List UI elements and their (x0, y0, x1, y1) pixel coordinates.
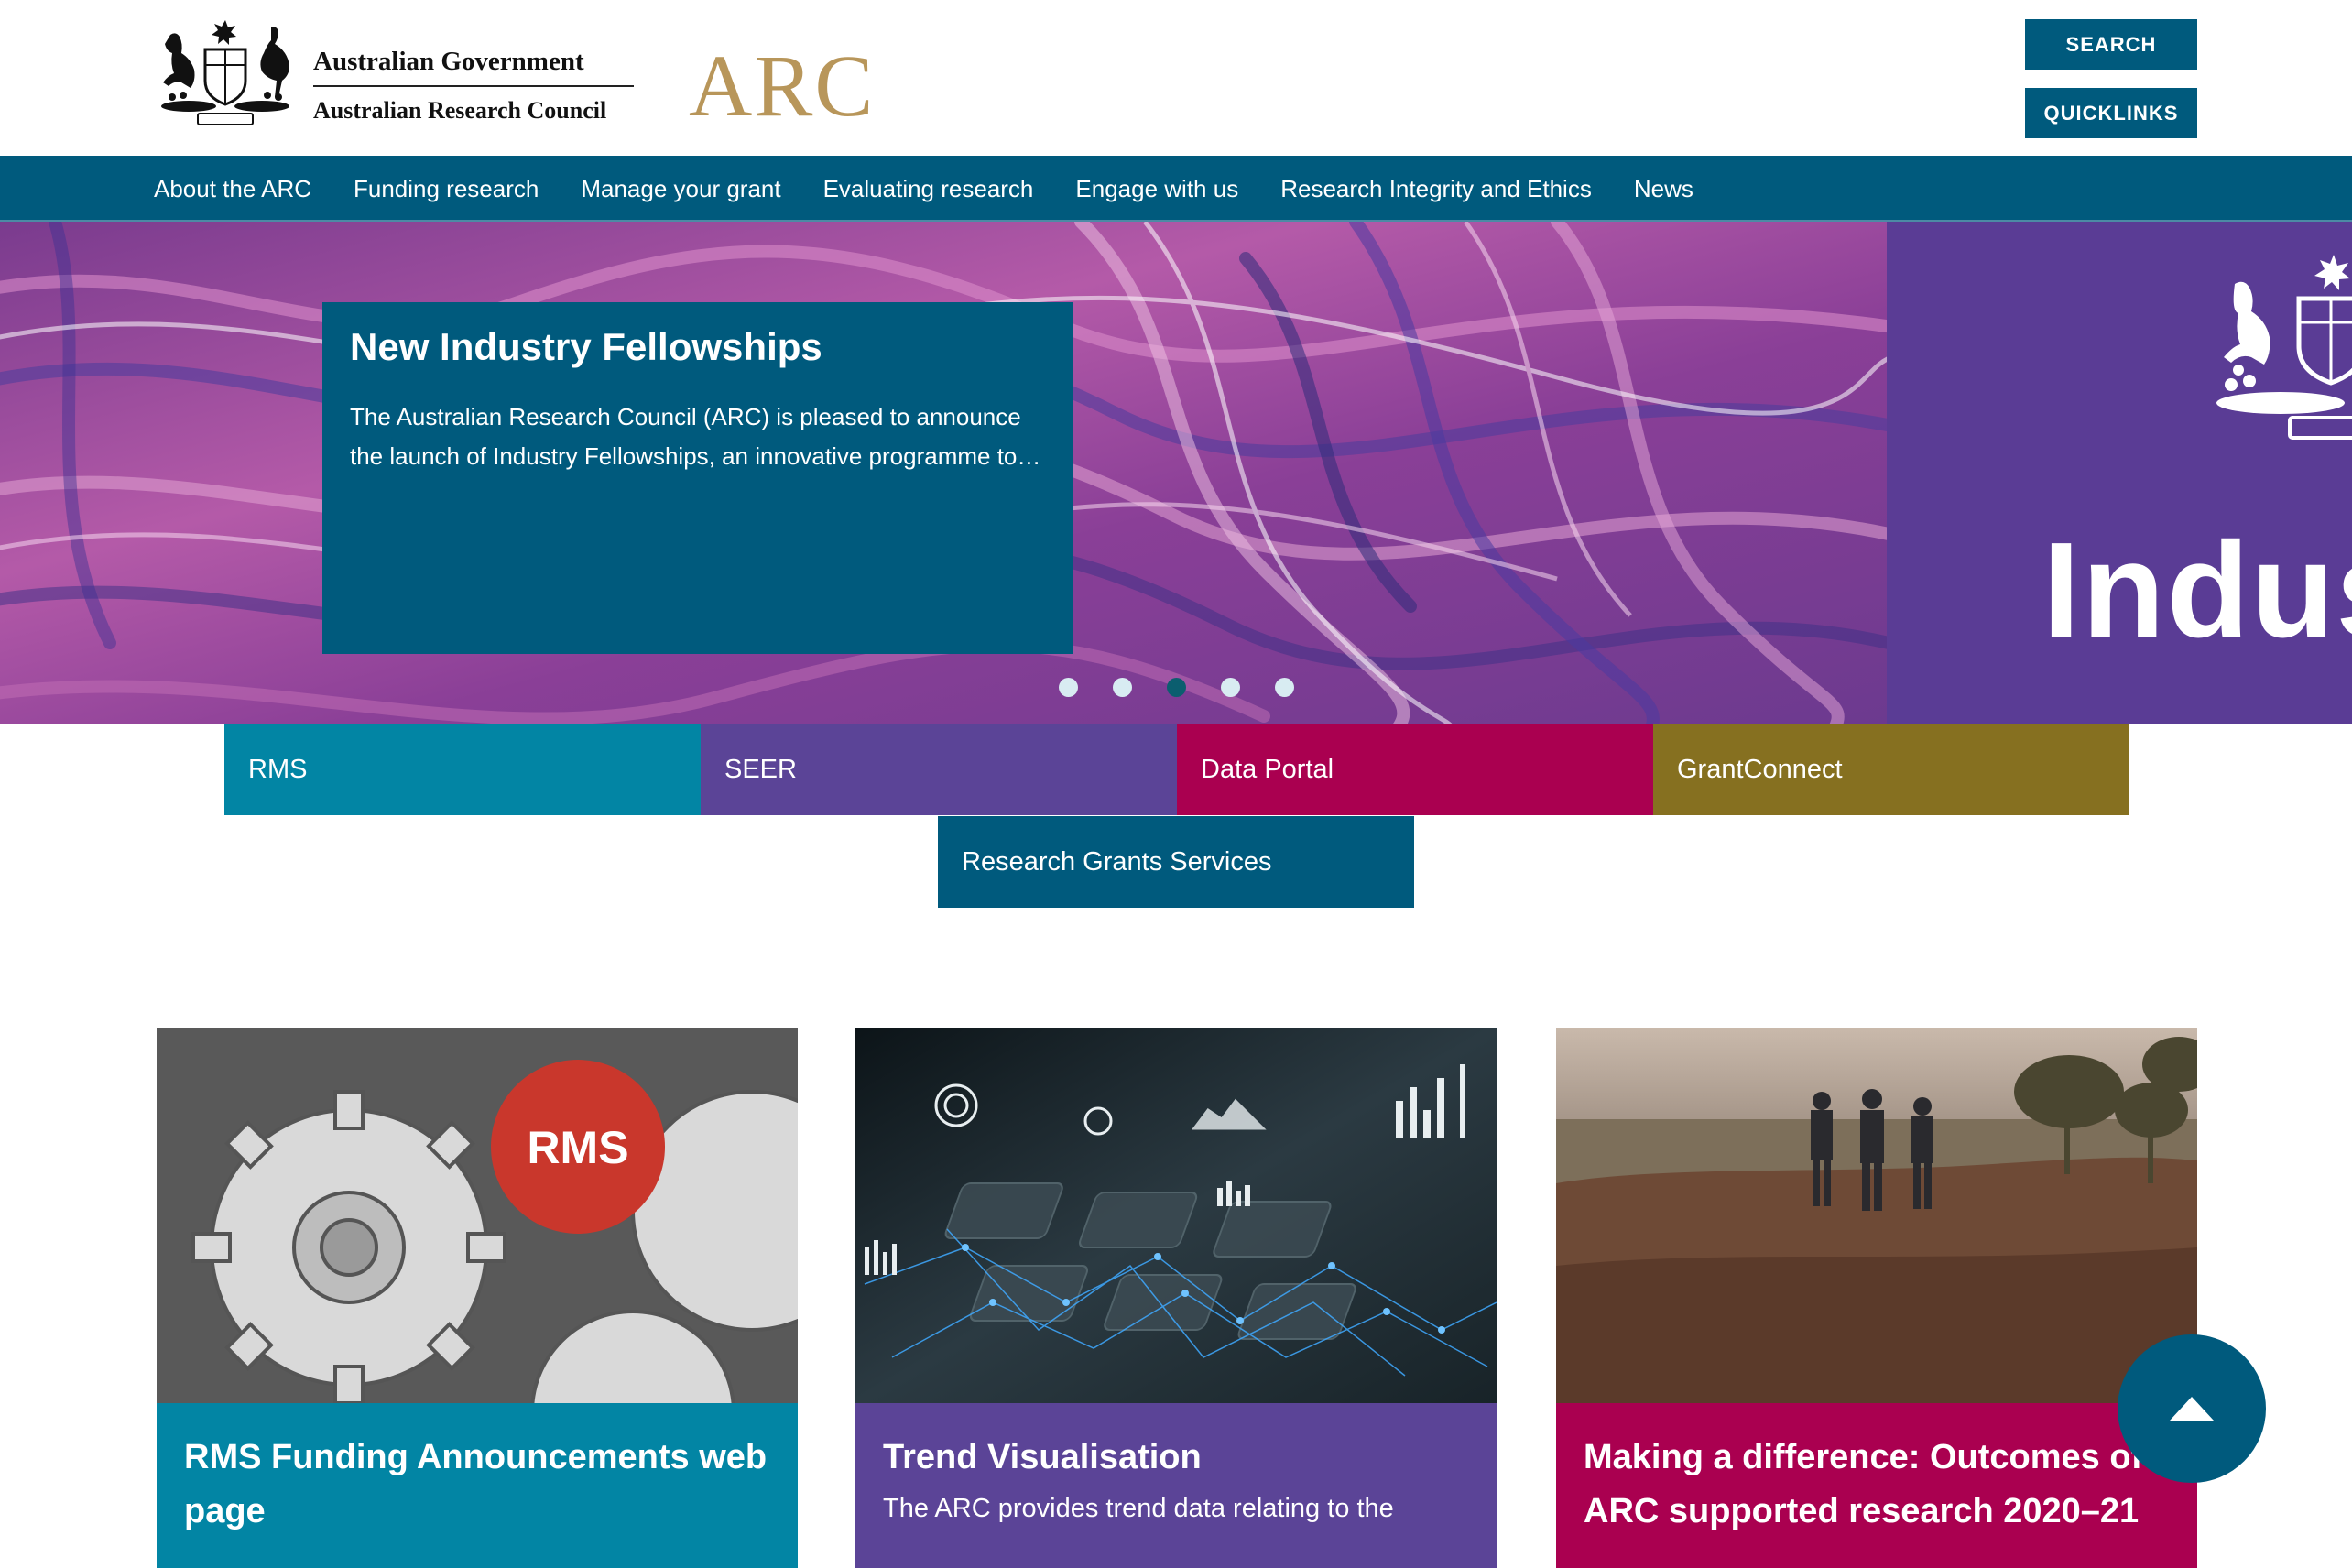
wordmark-divider (313, 85, 634, 87)
nav-item-news[interactable]: News (1634, 175, 1693, 203)
search-button[interactable]: SEARCH (2025, 19, 2197, 70)
coat-of-arms-white-icon (2216, 255, 2352, 440)
main-nav: About the ARC Funding research Manage yo… (0, 156, 2352, 222)
nav-item-evaluating[interactable]: Evaluating research (823, 175, 1034, 203)
data-visualisation-image (855, 1028, 1497, 1403)
back-to-top-button[interactable] (2118, 1334, 2266, 1483)
feature-card-rms-title[interactable]: RMS Funding Announcements web page (184, 1431, 770, 1539)
carousel-dot-1[interactable] (1059, 678, 1078, 697)
quicklink-research-grants-services[interactable]: Research Grants Services (938, 816, 1414, 908)
feature-card-outcomes-body: Making a difference: Outcomes of ARC sup… (1556, 1403, 2197, 1568)
hero-carousel: Indus New Industry Fellowships The Austr… (0, 222, 2352, 724)
arrow-up-icon (2170, 1397, 2214, 1421)
nav-item-integrity[interactable]: Research Integrity and Ethics (1280, 175, 1592, 203)
feature-card-trend-body: Trend Visualisation The ARC provides tre… (855, 1403, 1497, 1568)
feature-card-trend-text: The ARC provides trend data relating to … (883, 1494, 1394, 1523)
quicklink-data-portal[interactable]: Data Portal (1177, 724, 1653, 815)
landscape-people-image (1556, 1028, 2197, 1403)
nav-item-engage[interactable]: Engage with us (1075, 175, 1238, 203)
hero-slide-card[interactable]: New Industry Fellowships The Australian … (322, 302, 1073, 654)
arc-logo[interactable]: ARC (689, 40, 875, 132)
hero-slide-body: The Australian Research Council (ARC) is… (350, 403, 1041, 470)
quicklink-seer[interactable]: SEER (701, 724, 1177, 815)
carousel-dot-5[interactable] (1275, 678, 1294, 697)
next-slide-title: Indus (2042, 515, 2352, 666)
feature-card-rms-body: RMS Funding Announcements web page (157, 1403, 798, 1568)
site-header: Australian Government Australian Researc… (0, 0, 2352, 156)
feature-card-outcomes[interactable]: Making a difference: Outcomes of ARC sup… (1556, 1028, 2197, 1568)
next-slide-preview: Indus (1887, 222, 2352, 724)
feature-card-rms[interactable]: RMS RMS Funding Announcements web page (157, 1028, 798, 1568)
rms-badge-text: RMS (527, 1122, 628, 1173)
nav-item-manage-grant[interactable]: Manage your grant (581, 175, 780, 203)
carousel-dot-3[interactable] (1167, 678, 1186, 697)
quicklinks-button[interactable]: QUICKLINKS (2025, 88, 2197, 138)
hero-slide-title[interactable]: New Industry Fellowships (350, 324, 1046, 370)
feature-card-outcomes-title[interactable]: Making a difference: Outcomes of ARC sup… (1584, 1431, 2170, 1539)
feature-card-trend[interactable]: Trend Visualisation The ARC provides tre… (855, 1028, 1497, 1568)
feature-card-trend-title[interactable]: Trend Visualisation (883, 1431, 1469, 1485)
gov-line-2: Australian Research Council (313, 97, 607, 124)
carousel-dot-2[interactable] (1113, 678, 1132, 697)
government-wordmark[interactable]: Australian Government Australian Researc… (313, 46, 634, 125)
coat-of-arms-icon (161, 20, 289, 125)
gears-rms-image: RMS (157, 1028, 798, 1403)
carousel-dots (1059, 678, 1294, 697)
nav-item-funding[interactable]: Funding research (354, 175, 539, 203)
carousel-dot-4[interactable] (1221, 678, 1240, 697)
nav-item-about[interactable]: About the ARC (154, 175, 311, 203)
quicklink-rms[interactable]: RMS (224, 724, 701, 815)
gov-line-1: Australian Government (313, 47, 584, 76)
quicklink-grantconnect[interactable]: GrantConnect (1653, 724, 2129, 815)
